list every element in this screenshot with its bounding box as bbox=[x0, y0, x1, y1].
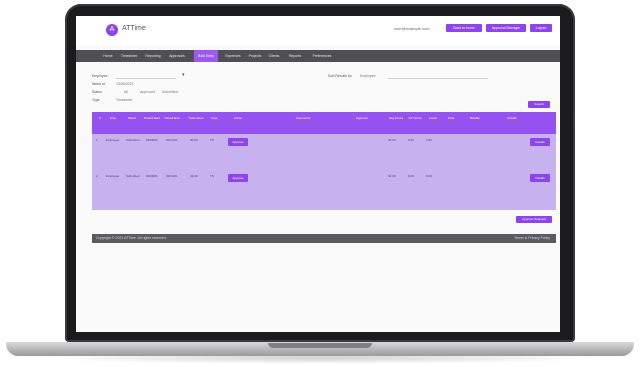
app-header: A ATTime user@example.com Back to home A… bbox=[76, 16, 560, 46]
nav-item-preferences[interactable]: Preferences bbox=[308, 50, 336, 62]
nav-item-timesheet[interactable]: Timesheet bbox=[118, 50, 140, 62]
nav-item-home[interactable]: Home bbox=[100, 50, 116, 62]
sort-underline bbox=[388, 78, 488, 79]
laptop-screen: A ATTime user@example.com Back to home A… bbox=[76, 16, 560, 332]
status-option-all[interactable]: All bbox=[124, 90, 128, 94]
col-header: Billable bbox=[470, 116, 480, 120]
laptop-notch bbox=[268, 343, 372, 348]
type-value[interactable]: Timesheet bbox=[116, 98, 132, 102]
row-id: 1 bbox=[96, 138, 98, 142]
home-button[interactable]: Back to home bbox=[446, 24, 482, 32]
row-status: Submitted bbox=[126, 138, 140, 142]
row-ot-hours: 0.00 bbox=[408, 174, 414, 178]
col-header: # bbox=[99, 116, 101, 120]
approval-manager-button[interactable]: Approval Manager bbox=[486, 24, 526, 32]
col-header: Details bbox=[507, 116, 517, 120]
status-option-submitted[interactable]: Submitted bbox=[162, 90, 178, 94]
row-leave: 0.00 bbox=[426, 174, 432, 178]
row-leave: 0.00 bbox=[426, 138, 432, 142]
col-header: Period Start bbox=[144, 116, 160, 120]
app-logo-icon: A bbox=[106, 24, 118, 36]
week-input[interactable]: 03/08/2021 bbox=[116, 82, 134, 86]
row-hours: 32.00 bbox=[190, 174, 198, 178]
table-row: 1 Employee Submitted 03/08/21 03/14/21 4… bbox=[92, 136, 556, 174]
app-title: ATTime bbox=[122, 25, 146, 32]
details-button[interactable]: Details bbox=[530, 138, 550, 146]
col-header: Status bbox=[127, 116, 137, 120]
col-header: Leave bbox=[428, 116, 438, 120]
approve-selected-button[interactable]: Approve Selected bbox=[516, 216, 552, 223]
row-ot-hours: 0.00 bbox=[408, 138, 414, 142]
row-reg-hours: 40.00 bbox=[388, 138, 396, 142]
table-header: # Emp Status Period Start Period End Tot… bbox=[92, 112, 556, 134]
col-header: Comments bbox=[295, 116, 311, 120]
sort-select[interactable]: Employee bbox=[360, 74, 376, 78]
employee-select[interactable] bbox=[116, 78, 176, 79]
nav-item-expenses[interactable]: Expenses bbox=[222, 50, 244, 62]
status-label: Status bbox=[92, 90, 102, 94]
nav-item-reports[interactable]: Reports bbox=[286, 50, 304, 62]
row-start: 03/08/21 bbox=[146, 138, 158, 142]
row-employee: Employee bbox=[106, 174, 120, 178]
row-employee: Employee bbox=[106, 138, 120, 142]
footer-copyright: Copyright © 2021 ATTime. All rights rese… bbox=[96, 236, 167, 240]
col-header: OT Hours bbox=[408, 116, 422, 120]
sort-label: Sort Results by bbox=[328, 74, 352, 78]
col-header: Total bbox=[447, 116, 455, 120]
col-header: Emp bbox=[109, 116, 117, 120]
nav-item-reporting[interactable]: Reporting bbox=[142, 50, 164, 62]
col-header: Period End bbox=[164, 116, 180, 120]
row-end: 03/14/21 bbox=[166, 174, 178, 178]
row-status: Submitted bbox=[126, 174, 140, 178]
week-label: Week of bbox=[92, 82, 105, 86]
row-hours: 40.00 bbox=[190, 138, 198, 142]
user-info: user@example.com bbox=[394, 26, 430, 31]
nav-item-projects[interactable]: Projects bbox=[246, 50, 264, 62]
col-header: Action bbox=[233, 116, 243, 120]
col-header: Type bbox=[210, 116, 218, 120]
col-header: Total Hours bbox=[188, 116, 204, 120]
footer-links[interactable]: Terms & Privacy Policy bbox=[514, 236, 550, 240]
approval-table: # Emp Status Period Start Period End Tot… bbox=[92, 112, 556, 210]
status-option-approved[interactable]: Approved bbox=[140, 90, 155, 94]
nav-item-bulk-entry[interactable]: Bulk Entry bbox=[194, 50, 218, 62]
employee-label: Employee bbox=[92, 74, 108, 78]
row-reg-hours: 32.00 bbox=[388, 174, 396, 178]
logout-button[interactable]: Logout bbox=[530, 24, 552, 32]
row-id: 2 bbox=[96, 174, 98, 178]
row-end: 03/14/21 bbox=[166, 138, 178, 142]
approve-button[interactable]: Approve bbox=[228, 174, 248, 182]
nav-item-approvals[interactable]: Approvals bbox=[166, 50, 188, 62]
footer: Copyright © 2021 ATTime. All rights rese… bbox=[92, 234, 556, 243]
chevron-down-icon[interactable]: ▾ bbox=[182, 72, 185, 78]
col-header: Approver bbox=[355, 116, 369, 120]
search-button[interactable]: Search bbox=[528, 101, 550, 108]
col-header: Reg Hours bbox=[388, 116, 404, 120]
approve-button[interactable]: Approve bbox=[228, 138, 248, 146]
type-label: Type bbox=[92, 98, 100, 102]
row-start: 03/08/21 bbox=[146, 174, 158, 178]
nav-item-clients[interactable]: Clients bbox=[266, 50, 282, 62]
row-type: TS bbox=[210, 174, 214, 178]
table-row: 2 Employee Submitted 03/08/21 03/14/21 3… bbox=[92, 172, 556, 210]
row-type: TS bbox=[210, 138, 214, 142]
details-button[interactable]: Details bbox=[530, 174, 550, 182]
main-nav: Home Timesheet Reporting Approvals Bulk … bbox=[76, 50, 560, 62]
